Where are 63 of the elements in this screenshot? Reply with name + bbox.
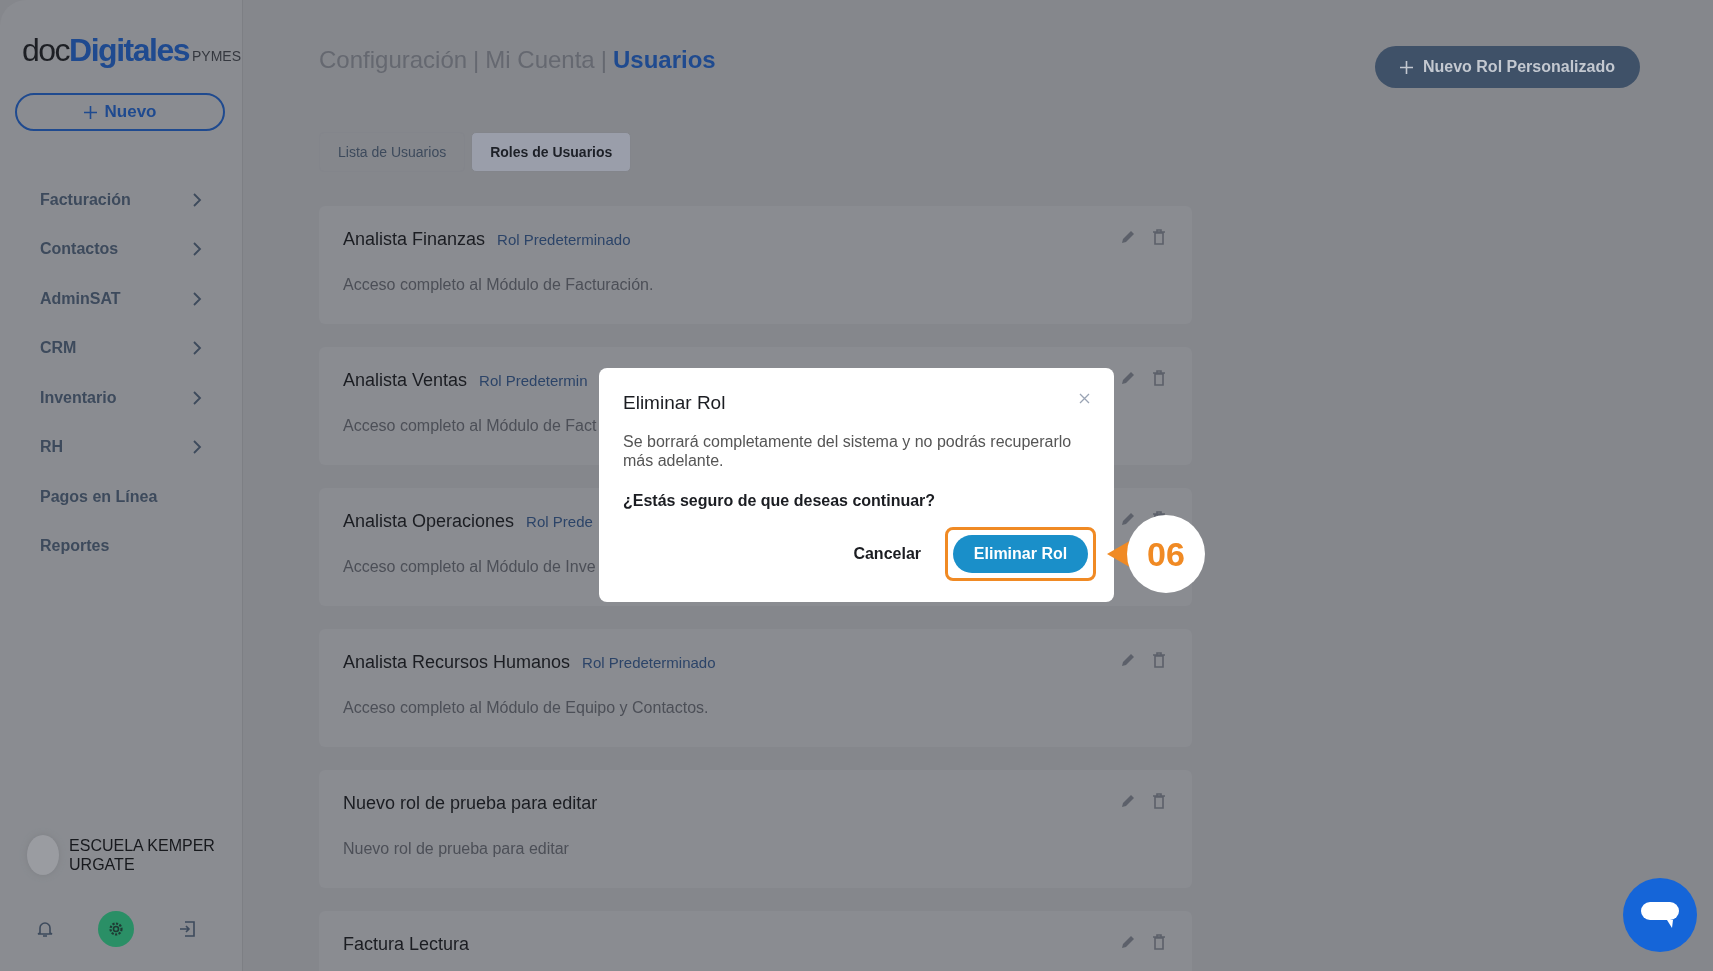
chevron-right-icon — [192, 241, 202, 258]
role-title: Analista Ventas — [343, 370, 468, 391]
role-description: Nuevo rol de prueba para editar — [343, 840, 569, 858]
chevron-right-icon — [192, 439, 202, 456]
role-title: Analista Recursos Humanos — [343, 652, 571, 673]
role-title: Analista Operaciones — [343, 511, 515, 532]
role-title: Factura Lectura — [343, 934, 470, 955]
chevron-right-icon — [192, 290, 202, 307]
sidebar-item[interactable]: Pagos en Línea — [0, 472, 242, 522]
role-title: Analista Finanzas — [343, 229, 486, 250]
trash-icon[interactable] — [1152, 370, 1166, 386]
bell-icon[interactable] — [37, 920, 54, 938]
sidebar-item[interactable]: Reportes — [0, 521, 242, 571]
role-description: Acceso completo al Módulo de Equipo y Contactos. — [343, 699, 709, 717]
logo-text: doc — [22, 32, 70, 69]
sidebar-item[interactable]: CRM — [0, 323, 242, 373]
role-title: Nuevo rol de prueba para editar — [343, 793, 598, 814]
chevron-right-icon — [192, 389, 202, 406]
chat-icon — [1641, 900, 1679, 930]
edit-icon[interactable] — [1120, 793, 1136, 809]
edit-icon[interactable] — [1120, 229, 1136, 245]
chevron-right-icon — [192, 191, 202, 208]
separator-text: | — [600, 46, 607, 74]
plus-icon — [83, 105, 97, 119]
account-name: ESCUELA KEMPER URGATE — [69, 836, 216, 874]
sidebar-item[interactable]: Contactos — [0, 224, 242, 274]
plus-icon — [1399, 60, 1413, 74]
role-description: Acceso completo al Módulo de Facturación. — [343, 276, 654, 294]
logout-icon[interactable] — [178, 921, 195, 937]
logo-brand-text: Digitales — [69, 32, 189, 69]
cancel-button[interactable]: Cancelar — [847, 544, 927, 564]
new-button[interactable]: Nuevo — [15, 93, 225, 131]
sidebar-item[interactable]: RH — [0, 422, 242, 472]
dialog-message: Se borrará completamente del sistema y no podrás recuperarlo más adelante. — [623, 432, 1073, 470]
trash-icon[interactable] — [1152, 652, 1166, 668]
tab[interactable]: Roles de Usuarios — [471, 132, 632, 172]
role-description: Acceso completo al Módulo de Inve — [343, 558, 596, 576]
role-tag: Rol Predetermin — [479, 372, 588, 389]
role-description: Acceso completo al Módulo de Fact — [343, 417, 597, 435]
close-icon[interactable] — [1079, 393, 1090, 404]
chevron-right-icon — [192, 340, 202, 357]
trash-icon[interactable] — [1152, 229, 1166, 245]
edit-icon[interactable] — [1120, 652, 1136, 668]
edit-icon[interactable] — [1120, 934, 1136, 950]
sidebar-item[interactable]: Facturación — [0, 175, 242, 225]
trash-icon[interactable] — [1152, 934, 1166, 950]
confirm-button[interactable]: Eliminar Rol — [953, 535, 1088, 573]
dialog-title: Eliminar Rol — [623, 392, 726, 414]
role-tag: Rol Predeterminado — [582, 654, 716, 671]
settings-icon — [107, 920, 125, 938]
trash-icon[interactable] — [1152, 793, 1166, 809]
sidebar-item[interactable]: AdminSAT — [0, 274, 242, 324]
dialog-question: ¿Estás seguro de que deseas continuar? — [623, 492, 937, 510]
role-tag: Rol Predeterminado — [497, 231, 631, 248]
separator-text: | — [473, 46, 480, 74]
edit-icon[interactable] — [1120, 511, 1136, 527]
settings-button[interactable] — [98, 911, 134, 947]
logo-suffix-text: PYMES — [191, 48, 241, 64]
new-role-button[interactable]: Nuevo Rol Personalizado — [1374, 46, 1640, 88]
breadcrumb-item[interactable]: Usuarios — [612, 46, 716, 74]
edit-icon[interactable] — [1120, 370, 1136, 386]
role-tag: Rol Prede — [526, 513, 593, 530]
sidebar-item[interactable]: Inventario — [0, 373, 242, 423]
